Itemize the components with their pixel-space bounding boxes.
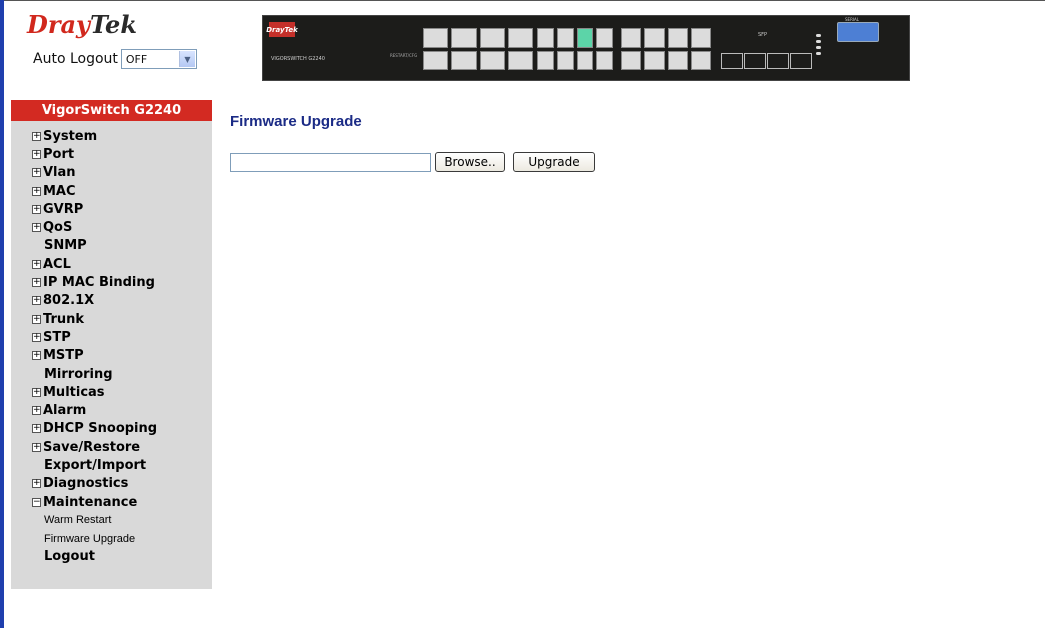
expand-icon[interactable]: + (32, 278, 41, 288)
sidebar-item-label: ACL (43, 256, 71, 272)
sidebar-item-gvrp[interactable]: + GVRP (32, 200, 157, 218)
sidebar-item-label: Diagnostics (43, 476, 129, 492)
sidebar-item-label: 802.1X (43, 293, 95, 309)
sidebar-item-acl[interactable]: + ACL (32, 255, 157, 273)
expand-icon[interactable]: + (32, 387, 41, 397)
sidebar-item-label: Vlan (43, 165, 76, 181)
device-brand-badge: DrayTek (266, 22, 298, 37)
sidebar-item-label: Mirroring (44, 366, 113, 382)
auto-logout-select[interactable]: OFF ▼ (120, 49, 197, 69)
sidebar-item-label: Save/Restore (43, 439, 141, 455)
sidebar-item-export-import[interactable]: Export/Import (32, 456, 157, 474)
sidebar-item-alarm[interactable]: + Alarm (32, 401, 157, 419)
sidebar-item-label: IP MAC Binding (43, 275, 155, 291)
sidebar-item-label: Warm Restart (44, 514, 112, 527)
expand-icon[interactable]: + (32, 168, 41, 178)
expand-icon[interactable]: + (32, 131, 41, 141)
sidebar: VigorSwitch G2240 + System + Port + Vlan + M… (11, 100, 212, 589)
sidebar-item-system[interactable]: + System (32, 127, 157, 145)
sidebar-item-stp[interactable]: + STP (32, 328, 157, 346)
switch-front-panel-image: DrayTek VIGORSWITCH G2240 RESTART/CFG SF… (262, 15, 910, 81)
device-reset-label: RESTART/CFG (390, 53, 418, 58)
sidebar-item-qos[interactable]: + QoS (32, 218, 157, 236)
sidebar-item-label: SNMP (44, 238, 87, 254)
sidebar-item-logout[interactable]: Logout (32, 548, 157, 566)
sidebar-item-trunk[interactable]: + Trunk (32, 310, 157, 328)
sidebar-item-diagnostics[interactable]: + Diagnostics (32, 475, 157, 493)
sidebar-item-ip-mac-binding[interactable]: + IP MAC Binding (32, 273, 157, 291)
sidebar-item-snmp[interactable]: SNMP (32, 237, 157, 255)
sidebar-subitem-warm-restart[interactable]: Warm Restart (32, 511, 157, 529)
sidebar-item-label: STP (43, 329, 71, 345)
sidebar-item-label: Export/Import (44, 457, 147, 473)
sfp-slot (744, 53, 766, 69)
sidebar-subitem-firmware-upgrade[interactable]: Firmware Upgrade (32, 530, 157, 548)
window-left-edge (0, 0, 4, 628)
expand-icon[interactable]: + (32, 442, 41, 452)
port-group-2 (537, 28, 613, 70)
expand-icon[interactable]: + (32, 296, 41, 306)
expand-icon[interactable]: + (32, 424, 41, 434)
sidebar-title: VigorSwitch G2240 (11, 100, 212, 121)
expand-icon[interactable]: + (32, 332, 41, 342)
sidebar-item-label: Trunk (43, 311, 85, 327)
sfp-slot (767, 53, 789, 69)
sfp-slot (790, 53, 812, 69)
sidebar-item-label: GVRP (43, 201, 84, 217)
window-top-edge (4, 0, 1045, 1)
expand-icon[interactable]: + (32, 351, 41, 361)
sidebar-item-port[interactable]: + Port (32, 145, 157, 163)
sidebar-item-mstp[interactable]: + MSTP (32, 347, 157, 365)
sfp-slot (721, 53, 743, 69)
expand-icon[interactable]: + (32, 204, 41, 214)
sidebar-item-mac[interactable]: + MAC (32, 182, 157, 200)
upgrade-button[interactable]: Upgrade (513, 152, 595, 172)
expand-icon[interactable]: + (32, 259, 41, 269)
expand-icon[interactable]: + (32, 149, 41, 159)
expand-icon[interactable]: + (32, 223, 41, 233)
sidebar-item-label: MSTP (43, 348, 84, 364)
sidebar-item-label: Multicas (43, 384, 105, 400)
expand-icon[interactable]: + (32, 314, 41, 324)
port-group-3 (621, 28, 711, 70)
serial-port (837, 22, 879, 42)
auto-logout: Auto Logout OFF ▼ (33, 49, 197, 69)
browse-button[interactable]: Browse.. (435, 152, 505, 172)
logo-tek: Tek (89, 10, 137, 39)
sidebar-menu: + System + Port + Vlan + MAC + GVRP + QoS SNMP… (32, 127, 157, 566)
firmware-file-input[interactable] (230, 153, 431, 172)
sidebar-item-label: Firmware Upgrade (44, 532, 136, 545)
sidebar-item-label: Port (43, 146, 75, 162)
device-model-label: VIGORSWITCH G2240 (271, 56, 325, 62)
sidebar-item-label: DHCP Snooping (43, 421, 158, 437)
sidebar-item-save-restore[interactable]: + Save/Restore (32, 438, 157, 456)
sidebar-item-label: MAC (43, 183, 76, 199)
expand-icon[interactable]: + (32, 479, 41, 489)
sidebar-item-802-1x[interactable]: +802.1X (32, 292, 157, 310)
sidebar-item-maintenance[interactable]: − Maintenance (32, 493, 157, 511)
sidebar-item-label: QoS (43, 220, 73, 236)
page-title: Firmware Upgrade (230, 113, 362, 130)
sidebar-item-dhcp-snooping[interactable]: + DHCP Snooping (32, 420, 157, 438)
draytek-logo: DrayTek (27, 10, 137, 40)
chevron-down-icon[interactable]: ▼ (178, 51, 195, 67)
auto-logout-value: OFF (125, 52, 148, 66)
logo-dray: Dray (27, 10, 90, 39)
collapse-icon[interactable]: − (32, 497, 41, 507)
sidebar-item-vlan[interactable]: + Vlan (32, 164, 157, 182)
auto-logout-label: Auto Logout (33, 51, 118, 67)
expand-icon[interactable]: + (32, 406, 41, 416)
sidebar-item-label: Maintenance (43, 494, 138, 510)
status-leds (816, 34, 824, 58)
sidebar-item-label: Logout (44, 549, 95, 565)
sidebar-item-label: System (43, 128, 98, 144)
expand-icon[interactable]: + (32, 186, 41, 196)
sidebar-item-label: Alarm (43, 403, 87, 419)
sidebar-item-mirroring[interactable]: Mirroring (32, 365, 157, 383)
sidebar-item-multicast[interactable]: + Multicas (32, 383, 157, 401)
port-active-indicator (576, 28, 594, 48)
device-sfp-label: SFP (758, 32, 768, 38)
port-group-1 (423, 28, 533, 70)
